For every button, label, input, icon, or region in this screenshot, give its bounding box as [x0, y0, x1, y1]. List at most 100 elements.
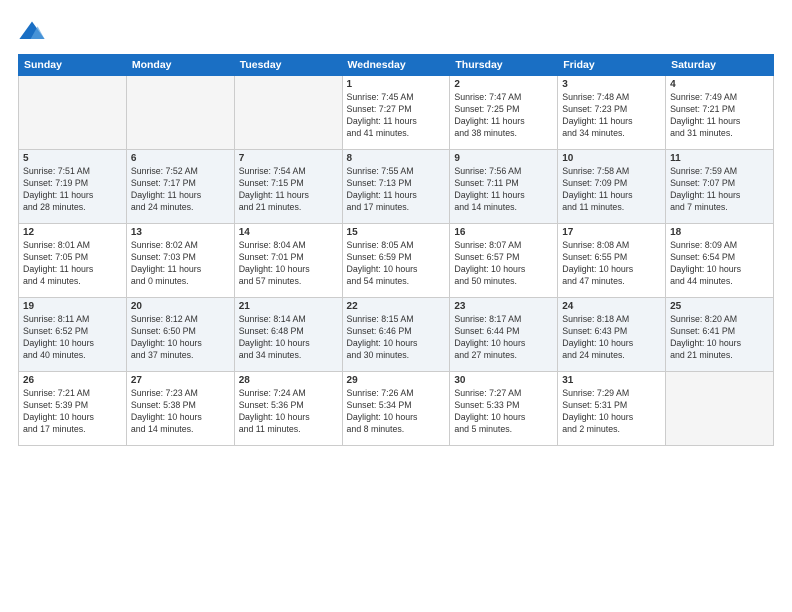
day-info: Sunrise: 7:48 AM Sunset: 7:23 PM Dayligh… [562, 92, 661, 140]
day-info: Sunrise: 8:15 AM Sunset: 6:46 PM Dayligh… [347, 314, 446, 362]
day-number: 14 [239, 227, 338, 238]
day-number: 24 [562, 301, 661, 312]
day-info: Sunrise: 7:54 AM Sunset: 7:15 PM Dayligh… [239, 166, 338, 214]
day-number: 17 [562, 227, 661, 238]
day-info: Sunrise: 8:02 AM Sunset: 7:03 PM Dayligh… [131, 240, 230, 288]
col-tuesday: Tuesday [234, 55, 342, 76]
day-info: Sunrise: 8:17 AM Sunset: 6:44 PM Dayligh… [454, 314, 553, 362]
day-number: 18 [670, 227, 769, 238]
table-row: 5 Sunrise: 7:51 AM Sunset: 7:19 PM Daylig… [19, 150, 127, 224]
day-info: Sunrise: 7:56 AM Sunset: 7:11 PM Dayligh… [454, 166, 553, 214]
table-row [126, 76, 234, 150]
day-number: 4 [670, 79, 769, 90]
day-number: 30 [454, 375, 553, 386]
day-info: Sunrise: 7:47 AM Sunset: 7:25 PM Dayligh… [454, 92, 553, 140]
day-info: Sunrise: 7:59 AM Sunset: 7:07 PM Dayligh… [670, 166, 769, 214]
day-info: Sunrise: 8:12 AM Sunset: 6:50 PM Dayligh… [131, 314, 230, 362]
day-number: 1 [347, 79, 446, 90]
calendar-week-row: 12 Sunrise: 8:01 AM Sunset: 7:05 PM Dayli… [19, 224, 774, 298]
day-info: Sunrise: 8:14 AM Sunset: 6:48 PM Dayligh… [239, 314, 338, 362]
col-thursday: Thursday [450, 55, 558, 76]
table-row: 17 Sunrise: 8:08 AM Sunset: 6:55 PM Dayli… [558, 224, 666, 298]
table-row: 22 Sunrise: 8:15 AM Sunset: 6:46 PM Dayli… [342, 298, 450, 372]
table-row: 10 Sunrise: 7:58 AM Sunset: 7:09 PM Dayli… [558, 150, 666, 224]
table-row: 9Sunrise: 7:56 AM Sunset: 7:11 PM Daylig… [450, 150, 558, 224]
day-info: Sunrise: 7:58 AM Sunset: 7:09 PM Dayligh… [562, 166, 661, 214]
header [18, 18, 774, 46]
calendar-table: Sunday Monday Tuesday Wednesday Thursday… [18, 54, 774, 446]
day-info: Sunrise: 7:52 AM Sunset: 7:17 PM Dayligh… [131, 166, 230, 214]
day-info: Sunrise: 8:09 AM Sunset: 6:54 PM Dayligh… [670, 240, 769, 288]
day-info: Sunrise: 8:18 AM Sunset: 6:43 PM Dayligh… [562, 314, 661, 362]
day-number: 2 [454, 79, 553, 90]
day-info: Sunrise: 7:51 AM Sunset: 7:19 PM Dayligh… [23, 166, 122, 214]
day-info: Sunrise: 7:55 AM Sunset: 7:13 PM Dayligh… [347, 166, 446, 214]
table-row: 7 Sunrise: 7:54 AM Sunset: 7:15 PM Daylig… [234, 150, 342, 224]
day-number: 6 [131, 153, 230, 164]
day-number: 26 [23, 375, 122, 386]
day-number: 7 [239, 153, 338, 164]
table-row: 14Sunrise: 8:04 AM Sunset: 7:01 PM Dayli… [234, 224, 342, 298]
calendar-week-row: 5 Sunrise: 7:51 AM Sunset: 7:19 PM Daylig… [19, 150, 774, 224]
calendar-week-row: 1Sunrise: 7:45 AM Sunset: 7:27 PM Daylig… [19, 76, 774, 150]
table-row: 21 Sunrise: 8:14 AM Sunset: 6:48 PM Dayli… [234, 298, 342, 372]
col-friday: Friday [558, 55, 666, 76]
day-number: 19 [23, 301, 122, 312]
table-row: 30 Sunrise: 7:27 AM Sunset: 5:33 PM Dayli… [450, 372, 558, 446]
day-number: 28 [239, 375, 338, 386]
table-row: 11 Sunrise: 7:59 AM Sunset: 7:07 PM Dayli… [666, 150, 774, 224]
col-monday: Monday [126, 55, 234, 76]
table-row: 6 Sunrise: 7:52 AM Sunset: 7:17 PM Daylig… [126, 150, 234, 224]
col-wednesday: Wednesday [342, 55, 450, 76]
table-row: 31Sunrise: 7:29 AM Sunset: 5:31 PM Dayli… [558, 372, 666, 446]
day-number: 29 [347, 375, 446, 386]
day-info: Sunrise: 7:23 AM Sunset: 5:38 PM Dayligh… [131, 388, 230, 436]
table-row: 1Sunrise: 7:45 AM Sunset: 7:27 PM Daylig… [342, 76, 450, 150]
day-info: Sunrise: 7:29 AM Sunset: 5:31 PM Dayligh… [562, 388, 661, 436]
day-number: 23 [454, 301, 553, 312]
col-sunday: Sunday [19, 55, 127, 76]
day-number: 21 [239, 301, 338, 312]
day-number: 11 [670, 153, 769, 164]
day-info: Sunrise: 8:08 AM Sunset: 6:55 PM Dayligh… [562, 240, 661, 288]
logo [18, 18, 48, 46]
table-row: 29Sunrise: 7:26 AM Sunset: 5:34 PM Dayli… [342, 372, 450, 446]
calendar-week-row: 26 Sunrise: 7:21 AM Sunset: 5:39 PM Dayli… [19, 372, 774, 446]
page: Sunday Monday Tuesday Wednesday Thursday… [0, 0, 792, 612]
logo-icon [18, 18, 46, 46]
table-row: 27Sunrise: 7:23 AM Sunset: 5:38 PM Dayli… [126, 372, 234, 446]
day-number: 3 [562, 79, 661, 90]
table-row: 28 Sunrise: 7:24 AM Sunset: 5:36 PM Dayli… [234, 372, 342, 446]
table-row: 19 Sunrise: 8:11 AM Sunset: 6:52 PM Dayli… [19, 298, 127, 372]
table-row [19, 76, 127, 150]
table-row: 8 Sunrise: 7:55 AM Sunset: 7:13 PM Daylig… [342, 150, 450, 224]
day-number: 15 [347, 227, 446, 238]
table-row [666, 372, 774, 446]
table-row: 4 Sunrise: 7:49 AM Sunset: 7:21 PM Daylig… [666, 76, 774, 150]
day-info: Sunrise: 7:24 AM Sunset: 5:36 PM Dayligh… [239, 388, 338, 436]
day-info: Sunrise: 7:49 AM Sunset: 7:21 PM Dayligh… [670, 92, 769, 140]
day-number: 10 [562, 153, 661, 164]
table-row: 26 Sunrise: 7:21 AM Sunset: 5:39 PM Dayli… [19, 372, 127, 446]
day-number: 22 [347, 301, 446, 312]
table-row: 20 Sunrise: 8:12 AM Sunset: 6:50 PM Dayli… [126, 298, 234, 372]
day-number: 20 [131, 301, 230, 312]
table-row: 16Sunrise: 8:07 AM Sunset: 6:57 PM Dayli… [450, 224, 558, 298]
table-row: 3 Sunrise: 7:48 AM Sunset: 7:23 PM Daylig… [558, 76, 666, 150]
day-number: 12 [23, 227, 122, 238]
table-row: 24 Sunrise: 8:18 AM Sunset: 6:43 PM Dayli… [558, 298, 666, 372]
table-row: 12 Sunrise: 8:01 AM Sunset: 7:05 PM Dayli… [19, 224, 127, 298]
day-number: 25 [670, 301, 769, 312]
table-row: 25 Sunrise: 8:20 AM Sunset: 6:41 PM Dayli… [666, 298, 774, 372]
day-info: Sunrise: 8:11 AM Sunset: 6:52 PM Dayligh… [23, 314, 122, 362]
day-info: Sunrise: 7:21 AM Sunset: 5:39 PM Dayligh… [23, 388, 122, 436]
day-info: Sunrise: 7:27 AM Sunset: 5:33 PM Dayligh… [454, 388, 553, 436]
day-info: Sunrise: 8:20 AM Sunset: 6:41 PM Dayligh… [670, 314, 769, 362]
day-info: Sunrise: 8:07 AM Sunset: 6:57 PM Dayligh… [454, 240, 553, 288]
table-row: 18 Sunrise: 8:09 AM Sunset: 6:54 PM Dayli… [666, 224, 774, 298]
day-info: Sunrise: 8:01 AM Sunset: 7:05 PM Dayligh… [23, 240, 122, 288]
day-number: 5 [23, 153, 122, 164]
table-row: 13 Sunrise: 8:02 AM Sunset: 7:03 PM Dayli… [126, 224, 234, 298]
day-number: 13 [131, 227, 230, 238]
day-number: 8 [347, 153, 446, 164]
